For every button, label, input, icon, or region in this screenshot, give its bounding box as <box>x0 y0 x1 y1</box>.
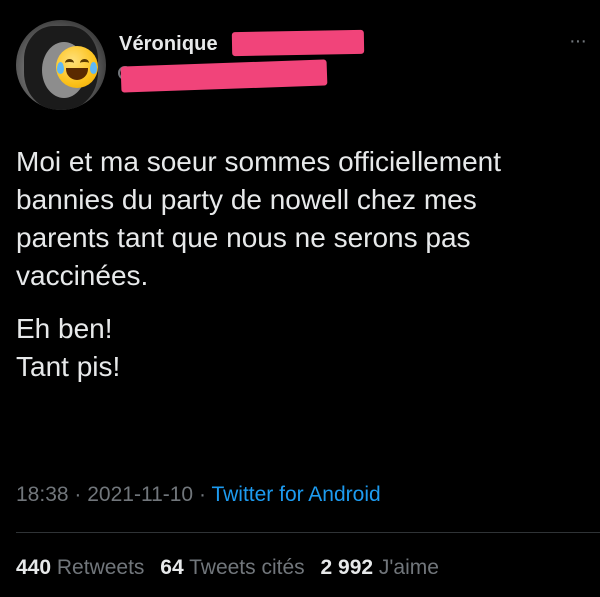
tweet-date[interactable]: 2021-11-10 <box>87 483 193 506</box>
retweets-stat[interactable]: 440 Retweets <box>16 556 150 579</box>
laughing-crying-emoji-icon <box>56 46 98 88</box>
redacted-handle-bar <box>120 59 328 93</box>
meta-separator: · <box>74 483 82 506</box>
avatar[interactable] <box>16 20 106 110</box>
quotes-stat[interactable]: 64 Tweets cités <box>160 556 310 579</box>
emoji-mouth <box>66 68 88 80</box>
tweet-body: Moi et ma soeur sommes officiellement ba… <box>16 143 576 386</box>
divider <box>16 532 600 533</box>
more-options-icon[interactable]: ··· <box>569 31 587 51</box>
likes-stat[interactable]: 2 992 J'aime <box>321 556 439 579</box>
author-display-name[interactable]: Véronique <box>119 33 218 56</box>
retweets-label: Retweets <box>56 556 145 579</box>
quotes-count: 64 <box>160 556 184 579</box>
emoji-right-tear <box>90 62 97 74</box>
tweet-paragraph-1: Moi et ma soeur sommes officiellement ba… <box>16 146 501 291</box>
emoji-left-tear <box>57 62 64 74</box>
quotes-label: Tweets cités <box>189 556 305 579</box>
retweets-count: 440 <box>16 556 52 579</box>
emoji-left-eye <box>65 59 74 67</box>
emoji-right-eye <box>80 59 89 67</box>
meta-separator: · <box>198 483 206 506</box>
tweet-time[interactable]: 18:38 <box>16 483 69 506</box>
tweet-meta: 18:38 · 2021-11-10 · Twitter for Android <box>16 483 381 507</box>
tweet-stats: 440 Retweets 64 Tweets cités 2 992 J'aim… <box>16 556 449 580</box>
tweet-paragraph-2: Eh ben! Tant pis! <box>16 310 576 386</box>
tweet-paragraph-2-line-2: Tant pis! <box>16 351 121 382</box>
tweet-source-link[interactable]: Twitter for Android <box>211 483 380 506</box>
likes-label: J'aime <box>378 556 439 579</box>
likes-count: 2 992 <box>320 556 374 579</box>
tweet-card: Véronique ··· Moi et ma soeur sommes off… <box>0 0 600 597</box>
tweet-paragraph-2-line-1: Eh ben! <box>16 313 113 344</box>
redacted-name-bar <box>231 29 365 57</box>
